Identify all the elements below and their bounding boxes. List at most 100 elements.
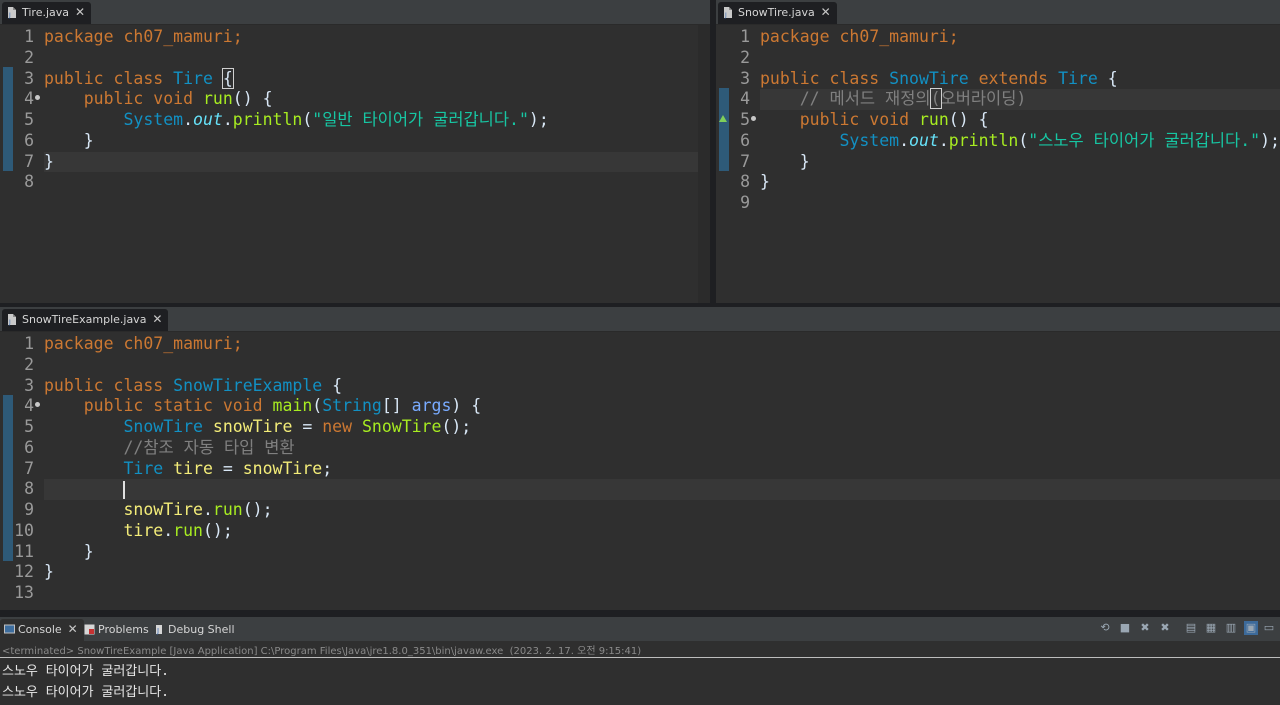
line-number: 1 [740,27,750,46]
punctuation: ( [302,110,313,129]
tab-tire-java[interactable]: J Tire.java ✕ [2,2,92,24]
keyword: class [113,68,164,88]
clear-console-icon[interactable]: ▤ [1184,621,1198,635]
code-line: } [44,152,698,173]
code-line: } [44,562,1280,583]
tab-label: Console [18,623,62,636]
code-line: tire.run(); [44,521,1280,542]
code-line: public class SnowTire extends Tire { [760,69,1280,90]
override-icon[interactable] [718,114,728,123]
word-wrap-icon[interactable]: ▥ [1224,621,1238,635]
tab-snowtire-java[interactable]: J SnowTire.java ✕ [718,2,837,24]
console-output-line: 스노우 타이어가 굴러갑니다. [2,685,170,700]
fold-icon[interactable] [35,402,40,407]
close-brace: } [44,151,54,171]
tab-debug-shell[interactable]: J Debug Shell [150,619,235,641]
punctuation: ( [312,396,323,416]
line-number: 2 [740,47,750,67]
keyword: void [153,89,194,109]
line-number: 7 [24,458,34,478]
remove-all-icon[interactable]: ✖ [1158,621,1172,635]
pin-console-icon[interactable]: ▣ [1244,621,1258,635]
fold-icon[interactable] [751,116,756,121]
line-number: 8 [24,172,34,192]
code-line: Tire tire = snowTire; [44,459,1280,480]
line-number: 7 [24,151,34,171]
punctuation: (); [441,417,472,436]
keyword: new [322,417,353,436]
line-number: 9 [24,500,34,519]
tab-console[interactable]: Console ✕ [0,619,84,641]
punctuation: . [202,500,213,519]
line-number: 4 [24,396,34,416]
close-icon[interactable]: ✕ [152,309,162,330]
comment: //참조 자동 타입 변환 [123,437,295,457]
string-literal: "스노우 타이어가 굴러갑니다." [1028,130,1261,150]
line-number: 6 [24,130,34,150]
code-line: System.out.println("일반 타이어가 굴러갑니다."); [44,110,698,131]
code-area[interactable]: package ch07_mamuri; public class SnowTi… [44,332,1280,610]
code-line: public static void main(String[] args) { [44,396,1280,417]
line-number: 11 [14,541,34,561]
close-icon[interactable]: ✕ [68,619,78,640]
code-line: } [760,172,1280,193]
pin-icon[interactable]: ⟲ [1098,621,1112,635]
tab-snowtireexample-java[interactable]: J SnowTireExample.java ✕ [2,309,169,331]
console-tabbar: Console ✕ Problems J Debug Shell ⟲ ■ ✖ ✖… [0,617,1280,641]
line-number: 13 [14,583,34,602]
code-line: snowTire.run(); [44,500,1280,521]
line-number: 5 [24,110,34,129]
line-number: 4 [740,89,750,109]
keyword: void [869,110,910,129]
code-area[interactable]: package ch07_mamuri; public class SnowTi… [760,25,1280,303]
code-line: public class Tire { [44,67,698,90]
code-area[interactable]: package ch07_mamuri; public class Tire {… [44,25,698,303]
scroll-lock-icon[interactable]: ▦ [1204,621,1218,635]
console-view: Console ✕ Problems J Debug Shell ⟲ ■ ✖ ✖… [0,617,1280,705]
console-icon [4,624,15,634]
punctuation: . [899,130,910,150]
close-brace: } [760,172,770,192]
console-output-line: 스노우 타이어가 굴러갑니다. [2,664,170,679]
code-editor[interactable]: 1 2 3 4 5 6 7 8 9 10 11 12 13 package ch… [0,332,1280,610]
close-icon[interactable]: ✕ [75,2,85,23]
tab-label: Problems [98,623,149,636]
code-line: public void run() { [760,110,1280,131]
code-editor[interactable]: 1 2 3 4 5 6 7 8 9 package ch07_mamuri; p… [716,25,1280,303]
code-line: public class SnowTireExample { [44,376,1280,397]
code-line: public void run() { [44,89,698,110]
punctuation: . [163,520,174,540]
remove-launch-icon[interactable]: ✖ [1138,621,1152,635]
keyword: public [83,89,144,109]
keyword: public [44,375,104,395]
close-icon[interactable]: ✕ [821,2,831,23]
keyword: class [829,68,880,88]
string-literal: "일반 타이어가 굴러갑니다." [312,110,529,129]
terminate-icon[interactable]: ■ [1118,621,1132,635]
problems-icon [84,624,95,635]
java-file-icon: J [8,7,16,19]
punctuation: . [222,110,233,129]
fold-icon[interactable] [35,95,40,100]
code-line: System.out.println("스노우 타이어가 굴러갑니다."); [760,131,1280,152]
code-line: package ch07_mamuri; [44,334,1280,355]
punctuation: ); [528,110,549,129]
divider [0,657,1280,658]
line-number: 2 [24,354,34,374]
vertical-scrollbar[interactable] [698,25,710,303]
display-console-icon[interactable]: ▭ [1262,621,1276,635]
line-number: 1 [24,334,34,353]
tab-label: SnowTireExample.java [22,313,147,326]
keyword: static [153,396,213,416]
svg-text:J: J [724,12,727,19]
parameter: args [411,396,452,416]
method-name: run [212,500,243,519]
code-line [44,479,1280,500]
punctuation: () { [232,89,273,109]
method-name: run [173,520,203,540]
editor-tabbar: J SnowTire.java ✕ [716,0,1280,25]
code-editor[interactable]: 1 2 3 4 5 6 7 8 package ch07_mamuri; pub… [0,25,710,303]
open-brace: { [1107,68,1118,88]
method-name: println [948,130,1019,150]
tab-problems[interactable]: Problems [80,619,149,641]
